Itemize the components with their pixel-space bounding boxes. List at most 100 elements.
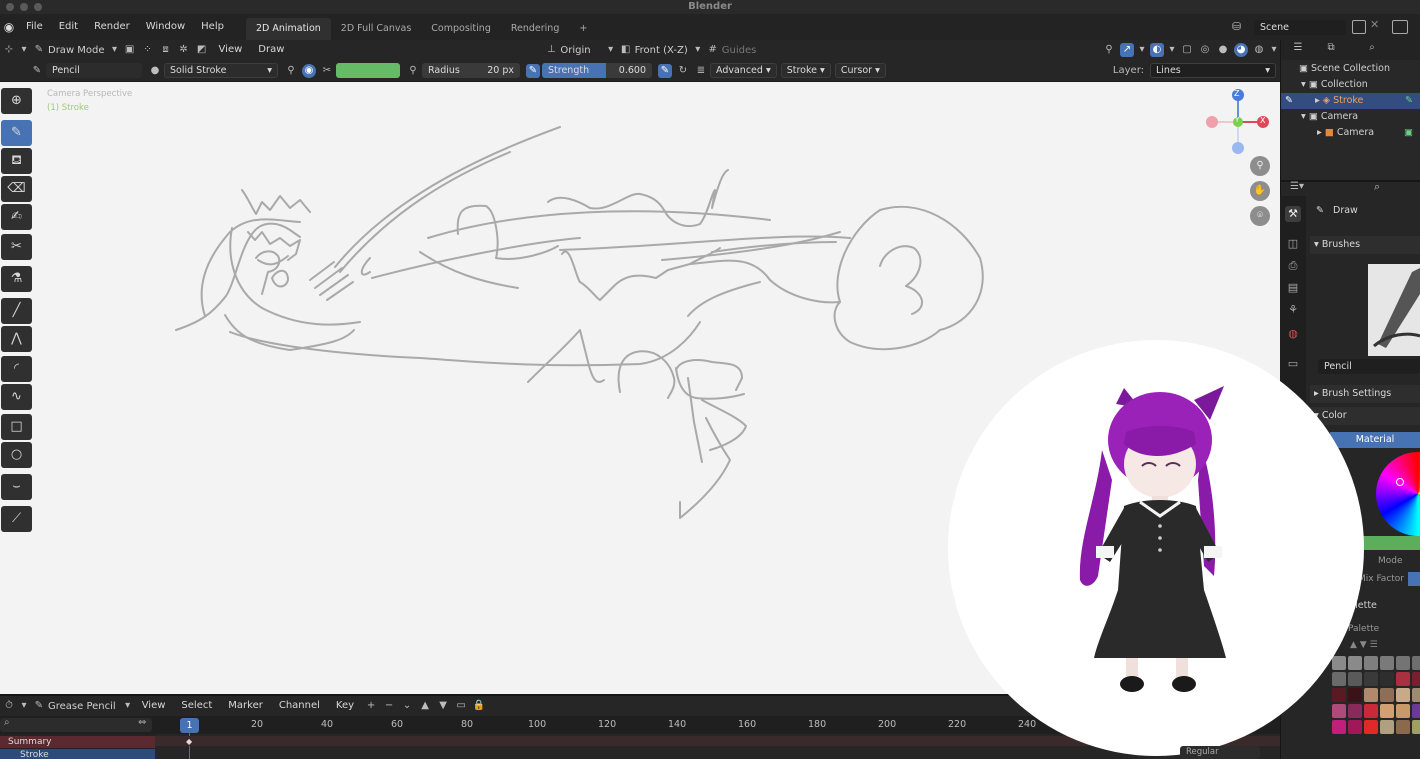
guides-grid-icon[interactable]: # bbox=[706, 43, 720, 57]
curve-tool-icon[interactable]: ∿ bbox=[1, 384, 32, 410]
line-tool-icon[interactable]: ╱ bbox=[1, 298, 32, 324]
radius-field[interactable]: Radius 20 px bbox=[422, 63, 520, 78]
tint-tool-icon[interactable]: ✍ bbox=[1, 204, 32, 230]
multiframe-icon[interactable]: ◩ bbox=[195, 43, 209, 57]
remove-layer-icon[interactable]: − bbox=[382, 699, 396, 713]
summary-channel[interactable]: Summary bbox=[0, 736, 155, 748]
stroke-placement-dropdown[interactable]: Origin bbox=[560, 45, 590, 56]
brushes-panel-header[interactable]: ▾ Brushes bbox=[1310, 236, 1420, 254]
palette-swatch[interactable] bbox=[1396, 704, 1410, 718]
wireframe-shading-icon[interactable]: ◎ bbox=[1198, 43, 1212, 57]
properties-editor-icon[interactable]: ☰▾ bbox=[1290, 181, 1304, 192]
cursor-dropdown[interactable]: Cursor ▾ bbox=[834, 63, 886, 78]
erase-tool-icon[interactable]: ⌫ bbox=[1, 176, 32, 202]
palette-swatch[interactable] bbox=[1396, 720, 1410, 734]
menu-edit[interactable]: Edit bbox=[51, 14, 86, 40]
mix-factor-slider[interactable] bbox=[1408, 572, 1420, 586]
draw-tool-icon[interactable]: ✎ bbox=[1, 120, 32, 146]
render-tab-icon[interactable]: ◫ bbox=[1285, 236, 1301, 252]
layer-dropdown[interactable]: Lines ▾ bbox=[1150, 63, 1276, 78]
guides-label[interactable]: Guides bbox=[722, 45, 757, 56]
move-layer-down-icon[interactable]: ▼ bbox=[436, 699, 450, 713]
palette-swatch[interactable] bbox=[1380, 720, 1394, 734]
palette-swatch[interactable] bbox=[1412, 720, 1420, 734]
menu-render[interactable]: Render bbox=[86, 14, 138, 40]
annotate-tool-icon[interactable]: ⟋ bbox=[1, 506, 32, 532]
minimize-window-icon[interactable] bbox=[20, 3, 28, 11]
editor-type-icon[interactable]: ⏱ bbox=[2, 699, 16, 713]
gizmo-toggle-icon[interactable]: ↗ bbox=[1120, 43, 1134, 57]
output-tab-icon[interactable]: ⎙ bbox=[1285, 258, 1301, 274]
menu-file[interactable]: File bbox=[18, 14, 51, 40]
navigation-gizmo[interactable]: Z X Y bbox=[1202, 88, 1276, 156]
select-points-icon[interactable]: ⁘ bbox=[141, 43, 155, 57]
palette-swatch[interactable] bbox=[1380, 704, 1394, 718]
search-icon[interactable]: ⌕ bbox=[1365, 41, 1379, 55]
cutter-tool-icon[interactable]: ✂ bbox=[1, 234, 32, 260]
palette-swatch[interactable] bbox=[1364, 672, 1378, 686]
blend-mode-dropdown[interactable]: Regular bbox=[1180, 746, 1260, 759]
outliner-row-scene-collection[interactable]: ▣ Scene Collection bbox=[1281, 61, 1420, 77]
stroke-channel[interactable]: Stroke bbox=[0, 749, 155, 759]
pin-icon[interactable]: ⚲ bbox=[284, 64, 298, 78]
palette-swatch[interactable] bbox=[1412, 704, 1420, 718]
arc-tool-icon[interactable]: ◜ bbox=[1, 356, 32, 382]
scene-tab-icon[interactable]: ⚘ bbox=[1285, 302, 1301, 318]
strength-field[interactable]: Strength 0.600 bbox=[542, 63, 652, 78]
swap-icon[interactable]: ⇔ bbox=[138, 717, 146, 728]
eyedropper-tool-icon[interactable]: ⚗ bbox=[1, 266, 32, 292]
drawing-plane-dropdown[interactable]: Front (X-Z) bbox=[635, 45, 688, 56]
search-icon[interactable]: ⌕ bbox=[1374, 180, 1380, 194]
delete-scene-icon[interactable]: ✕ bbox=[1370, 18, 1379, 31]
current-frame-indicator[interactable]: 1 bbox=[180, 718, 199, 733]
palette-swatch[interactable] bbox=[1364, 720, 1378, 734]
display-mode-icon[interactable]: ⧉ bbox=[1324, 41, 1338, 55]
scene-selector[interactable]: Scene bbox=[1254, 20, 1346, 35]
palette-swatch[interactable] bbox=[1396, 656, 1410, 670]
maximize-window-icon[interactable] bbox=[34, 3, 42, 11]
move-layer-up-icon[interactable]: ▲ bbox=[418, 699, 432, 713]
outliner-row-camera[interactable]: ▾ ▣ Camera bbox=[1281, 109, 1420, 125]
xray-icon[interactable]: ▢ bbox=[1180, 43, 1194, 57]
outliner-editor-icon[interactable]: ☰ bbox=[1291, 41, 1305, 55]
overlay-toggle-icon[interactable]: ◐ bbox=[1150, 43, 1164, 57]
palette-swatch[interactable] bbox=[1364, 656, 1378, 670]
add-layer-icon[interactable]: + bbox=[364, 699, 378, 713]
pressure-icon[interactable]: ✎ bbox=[526, 63, 540, 78]
stabilizer-icon[interactable]: ↻ bbox=[676, 64, 690, 78]
rendered-shading-icon[interactable]: ◍ bbox=[1252, 43, 1266, 57]
new-scene-icon[interactable] bbox=[1352, 20, 1366, 34]
cursor-tool-icon[interactable]: ⊕ bbox=[1, 88, 32, 114]
select-segment-icon[interactable]: ✲ bbox=[177, 43, 191, 57]
palette-swatch[interactable] bbox=[1380, 688, 1394, 702]
scene-icon[interactable]: ⛁ bbox=[1232, 20, 1252, 36]
outliner-row-stroke[interactable]: ✎ ▸ ◈ Stroke ✎ bbox=[1281, 93, 1420, 109]
view-layer-tab-icon[interactable]: ▤ bbox=[1285, 280, 1301, 296]
select-stroke-icon[interactable]: ⧈ bbox=[159, 43, 173, 57]
palette-swatch[interactable] bbox=[1412, 688, 1420, 702]
palette-swatch[interactable] bbox=[1380, 656, 1394, 670]
material-dropdown[interactable]: Solid Stroke ▾ bbox=[164, 63, 278, 78]
tab-rendering[interactable]: Rendering bbox=[501, 18, 570, 40]
zoom-icon[interactable]: ⚲ bbox=[1250, 156, 1270, 176]
palette-swatch[interactable] bbox=[1412, 672, 1420, 686]
mode-selector[interactable]: Draw Mode bbox=[48, 45, 105, 56]
color-picker-cursor[interactable] bbox=[1396, 478, 1404, 486]
fill-tool-icon[interactable]: ⛾ bbox=[1, 148, 32, 174]
tab-compositing[interactable]: Compositing bbox=[421, 18, 501, 40]
palette-swatch[interactable] bbox=[1412, 656, 1420, 670]
strength-pressure-icon[interactable]: ✎ bbox=[658, 63, 672, 78]
stroke-dropdown[interactable]: Stroke ▾ bbox=[780, 63, 831, 78]
keyframe-icon[interactable]: ◆ bbox=[186, 737, 192, 746]
editor-type-icon[interactable]: ⊹ bbox=[2, 43, 16, 57]
vertex-color-icon[interactable]: ✂ bbox=[320, 64, 334, 78]
channel-search-input[interactable] bbox=[0, 718, 152, 732]
material-shading-icon[interactable]: ◕ bbox=[1234, 43, 1248, 57]
brush-preview-image[interactable] bbox=[1368, 264, 1420, 356]
visibility-icon[interactable]: ⚲ bbox=[1102, 43, 1116, 57]
select-box-icon[interactable]: ▣ bbox=[123, 43, 137, 57]
interpolate-tool-icon[interactable]: ⌣ bbox=[1, 474, 32, 500]
palette-swatch[interactable] bbox=[1364, 704, 1378, 718]
outliner-row-collection[interactable]: ▾ ▣ Collection bbox=[1281, 77, 1420, 93]
view-layer-icon[interactable] bbox=[1392, 20, 1408, 34]
